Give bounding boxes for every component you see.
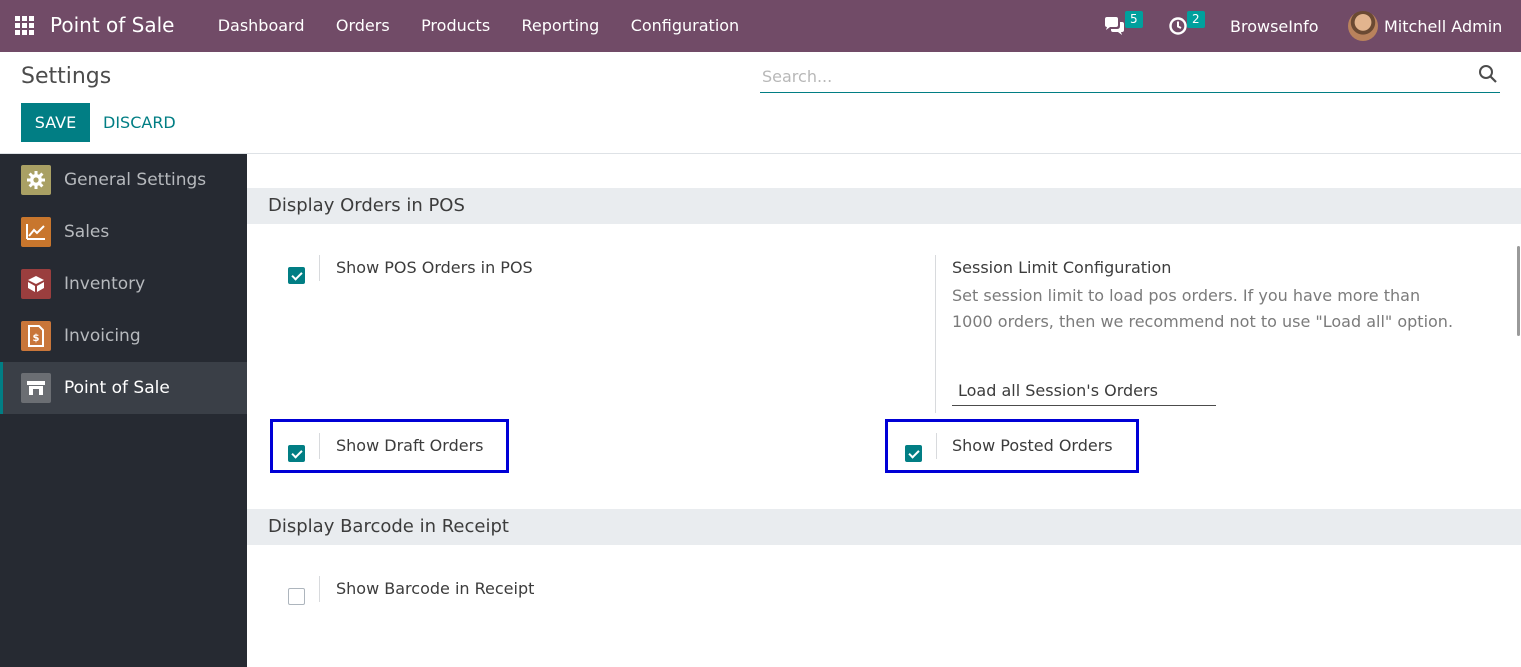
user-name: Mitchell Admin [1384,16,1503,36]
activities-menu[interactable] [1168,0,1188,52]
store-icon [21,373,51,403]
sidebar-item-inventory[interactable]: Inventory [0,258,247,310]
company-switcher[interactable]: BrowseInfo [1230,0,1319,52]
setting-divider [319,576,320,602]
gear-icon [21,165,51,195]
setting-show-barcode: Show Barcode in Receipt [287,576,787,616]
session-limit-panel: Session Limit Configuration Set session … [935,255,1475,413]
session-limit-description: Set session limit to load pos orders. If… [952,286,1454,331]
messages-menu[interactable] [1103,0,1126,52]
setting-show-pos-orders: Show POS Orders in POS [287,255,787,295]
section-header-display-orders: Display Orders in POS [247,188,1521,224]
setting-divider [319,433,320,459]
invoice-icon: $ [21,321,51,351]
page-title: Settings [21,64,112,89]
setting-label: Show Draft Orders [336,436,484,455]
chart-icon [21,217,51,247]
menu-dashboard[interactable]: Dashboard [202,0,320,52]
show-draft-orders-checkbox[interactable] [288,445,305,462]
show-pos-orders-checkbox[interactable] [288,267,305,284]
menu-reporting[interactable]: Reporting [506,0,615,52]
main-menu: Dashboard Orders Products Reporting Conf… [202,0,755,52]
sidebar-item-label: Inventory [64,274,146,294]
session-limit-select[interactable]: Load all Session's Orders [952,378,1216,406]
setting-divider [319,255,320,281]
user-avatar [1348,11,1378,41]
session-limit-title: Session Limit Configuration [952,258,1172,277]
sidebar-item-label: General Settings [64,170,207,190]
setting-show-draft-orders: Show Draft Orders [287,433,507,473]
sidebar-item-label: Invoicing [64,326,141,346]
settings-content: Display Orders in POS Show POS Orders in… [247,154,1521,667]
discard-button[interactable]: DISCARD [96,103,183,142]
menu-orders[interactable]: Orders [320,0,405,52]
menu-products[interactable]: Products [405,0,505,52]
app-brand[interactable]: Point of Sale [50,13,174,37]
menu-configuration[interactable]: Configuration [615,0,755,52]
messages-badge: 5 [1125,11,1143,28]
section-header-display-barcode: Display Barcode in Receipt [247,509,1521,545]
sidebar-item-label: Sales [64,222,110,242]
search-input[interactable] [762,64,1462,88]
sidebar-item-label: Point of Sale [64,378,170,398]
content-scrollbar[interactable] [1517,246,1520,336]
user-menu[interactable]: Mitchell Admin [1348,0,1502,52]
sidebar-item-sales[interactable]: Sales [0,206,247,258]
top-navbar: Point of Sale Dashboard Orders Products … [0,0,1521,52]
show-posted-orders-checkbox[interactable] [905,445,922,462]
show-barcode-checkbox[interactable] [288,588,305,605]
apps-menu-icon[interactable] [15,16,34,35]
setting-show-posted-orders: Show Posted Orders [904,433,1134,473]
svg-text:$: $ [33,333,40,344]
search-bar [760,60,1500,93]
chat-icon [1105,17,1124,35]
sidebar-item-general-settings[interactable]: General Settings [0,154,247,206]
section-title: Display Orders in POS [268,195,465,216]
activities-badge: 2 [1187,11,1205,28]
clock-icon [1169,17,1187,35]
setting-label: Show Posted Orders [952,436,1113,455]
setting-divider [936,433,937,459]
sidebar-item-invoicing[interactable]: $ Invoicing [0,310,247,362]
settings-sidebar: General Settings Sales Inventory $ Invoi… [0,154,247,667]
search-icon[interactable] [1478,64,1498,84]
control-panel: Settings SAVE DISCARD [0,52,1521,154]
sidebar-item-point-of-sale[interactable]: Point of Sale [0,362,247,414]
session-limit-value: Load all Session's Orders [958,381,1158,400]
setting-label: Show Barcode in Receipt [336,579,535,598]
section-title: Display Barcode in Receipt [268,516,509,537]
setting-label: Show POS Orders in POS [336,258,533,277]
save-button[interactable]: SAVE [21,103,90,142]
box-icon [21,269,51,299]
